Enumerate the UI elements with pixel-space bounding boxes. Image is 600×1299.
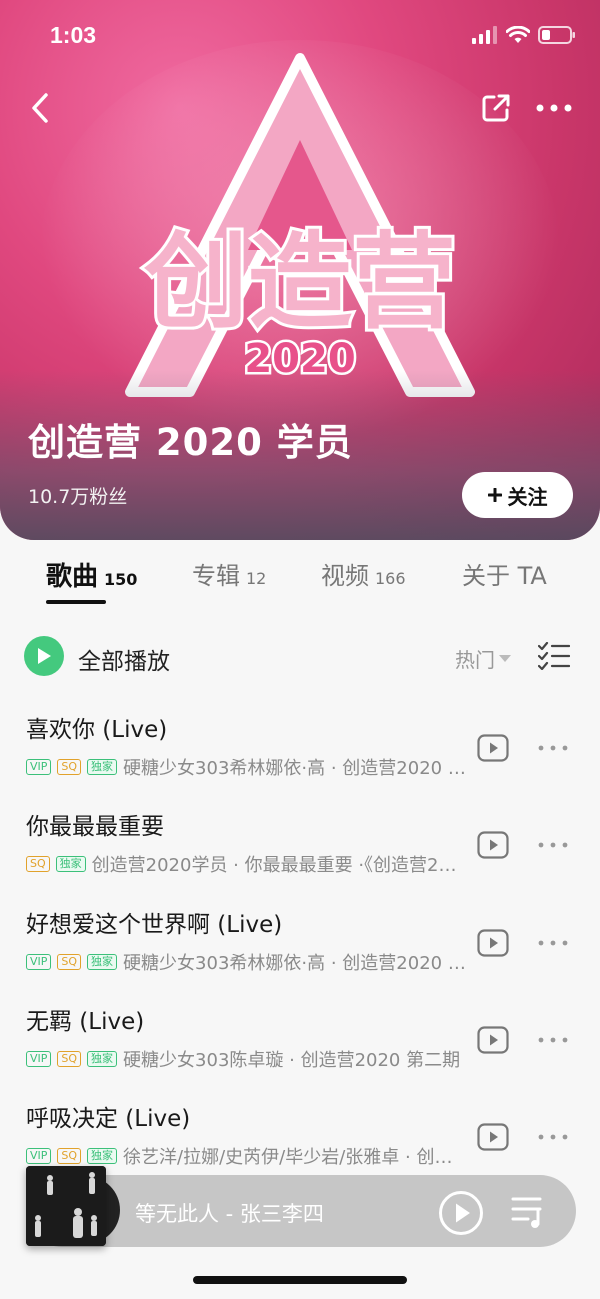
sq-badge: SQ xyxy=(57,759,82,775)
play-all-row: 全部播放 热门 xyxy=(24,636,576,678)
more-dots-icon xyxy=(536,104,572,112)
active-tab-indicator xyxy=(46,600,106,604)
tab-songs[interactable]: 歌曲 150 xyxy=(46,556,137,593)
tab-label: 专辑 xyxy=(192,562,240,590)
playlist-icon[interactable] xyxy=(510,1194,548,1230)
song-row[interactable]: 喜欢你 (Live) VIP SQ 独家 硬糖少女303希林娜依·高 · 创造营… xyxy=(0,710,600,800)
artist-name: 创造营 2020 学员 xyxy=(28,421,353,464)
song-title: 你最最最重要 xyxy=(26,814,164,840)
song-artist: 硬糖少女303希林娜依·高 · 创造营2020 第二期 xyxy=(123,953,466,974)
sort-dropdown[interactable]: 热门 xyxy=(455,644,511,673)
song-row[interactable]: 你最最最重要 SQ 独家 创造营2020学员 · 你最最最重要 ·《创造营202… xyxy=(0,807,600,897)
battery-icon xyxy=(538,26,575,44)
signal-icon xyxy=(472,26,497,44)
song-title: 喜欢你 (Live) xyxy=(26,717,168,743)
play-all-button[interactable] xyxy=(24,636,64,676)
song-meta: SQ 独家 创造营2020学员 · 你最最最重要 ·《创造营2020》 xyxy=(26,851,466,877)
song-title: 无羁 (Live) xyxy=(26,1009,145,1035)
now-playing-title: 等无此人 - 张三李四 xyxy=(135,1202,324,1226)
video-play-icon[interactable] xyxy=(477,831,509,859)
album-cover[interactable] xyxy=(26,1166,106,1246)
back-button[interactable] xyxy=(20,88,60,128)
tab-count: 150 xyxy=(104,570,138,589)
song-title: 呼吸决定 (Live) xyxy=(26,1106,191,1132)
tab-label: 关于 TA xyxy=(462,562,547,590)
exclusive-badge: 独家 xyxy=(55,856,86,872)
sq-badge: SQ xyxy=(57,954,82,970)
tab-label: 视频 xyxy=(321,562,369,590)
sq-badge: SQ xyxy=(26,856,50,872)
video-play-icon[interactable] xyxy=(477,1123,509,1151)
vip-badge: VIP xyxy=(26,954,52,970)
song-artist: 徐艺洋/拉娜/史芮伊/毕少岩/张雅卓 · 创造营2020 xyxy=(123,1147,466,1168)
multi-select-icon[interactable] xyxy=(538,642,570,670)
more-dots-icon[interactable] xyxy=(538,841,568,849)
video-play-icon[interactable] xyxy=(477,734,509,762)
song-artist: 硬糖少女303陈卓璇 · 创造营2020 第二期 xyxy=(123,1050,461,1071)
caret-down-icon xyxy=(499,654,511,662)
song-artist: 创造营2020学员 · 你最最最重要 ·《创造营2020》 xyxy=(91,855,466,876)
song-row[interactable]: 无羁 (Live) VIP SQ 独家 硬糖少女303陈卓璇 · 创造营2020… xyxy=(0,1002,600,1092)
more-dots-icon[interactable] xyxy=(538,939,568,947)
song-meta: VIP SQ 独家 硬糖少女303希林娜依·高 · 创造营2020 第三期 xyxy=(26,754,466,780)
tab-videos[interactable]: 视频 166 xyxy=(321,556,406,591)
tab-about[interactable]: 关于 TA xyxy=(462,556,547,591)
exclusive-badge: 独家 xyxy=(87,954,118,970)
more-dots-icon[interactable] xyxy=(538,744,568,752)
more-dots-icon[interactable] xyxy=(538,1133,568,1141)
content-tabs: 歌曲 150 专辑 12 视频 166 关于 TA xyxy=(0,548,600,608)
song-artist: 硬糖少女303希林娜依·高 · 创造营2020 第三期 xyxy=(123,758,466,779)
vip-badge: VIP xyxy=(26,1148,52,1164)
tab-albums[interactable]: 专辑 12 xyxy=(192,556,266,591)
clock: 1:03 xyxy=(50,22,97,48)
exclusive-badge: 独家 xyxy=(87,759,118,775)
follow-button[interactable]: 关注 xyxy=(462,472,573,518)
exclusive-badge: 独家 xyxy=(87,1051,118,1067)
tab-count: 166 xyxy=(375,569,406,588)
vip-badge: VIP xyxy=(26,1051,52,1067)
song-row[interactable]: 好想爱这个世界啊 (Live) VIP SQ 独家 硬糖少女303希林娜依·高 … xyxy=(0,905,600,995)
follow-label: 关注 xyxy=(507,484,548,509)
play-all-label[interactable]: 全部播放 xyxy=(78,642,170,676)
status-bar: 1:03 xyxy=(0,0,600,74)
more-button[interactable] xyxy=(534,88,574,128)
play-icon xyxy=(38,648,51,664)
exclusive-badge: 独家 xyxy=(87,1148,118,1164)
wifi-icon xyxy=(506,26,530,43)
chevron-left-icon xyxy=(32,93,48,123)
sort-label: 热门 xyxy=(455,648,495,672)
status-icons xyxy=(472,26,576,44)
sq-badge: SQ xyxy=(57,1148,82,1164)
tab-count: 12 xyxy=(246,569,267,588)
tab-label: 歌曲 xyxy=(46,562,99,592)
play-pause-icon[interactable] xyxy=(438,1190,484,1236)
plus-icon xyxy=(487,488,502,502)
cover-art xyxy=(26,1166,106,1246)
sq-badge: SQ xyxy=(57,1051,82,1067)
vip-badge: VIP xyxy=(26,759,52,775)
home-indicator xyxy=(193,1276,407,1284)
svg-text:创造营: 创造营 xyxy=(144,221,456,343)
song-meta: VIP SQ 独家 硬糖少女303希林娜依·高 · 创造营2020 第二期 xyxy=(26,949,466,975)
song-title: 好想爱这个世界啊 (Live) xyxy=(26,912,283,938)
video-play-icon[interactable] xyxy=(477,1026,509,1054)
fan-count: 10.7万粉丝 xyxy=(28,486,128,508)
share-button[interactable] xyxy=(476,88,516,128)
share-icon xyxy=(482,94,510,122)
song-meta: VIP SQ 独家 硬糖少女303陈卓璇 · 创造营2020 第二期 xyxy=(26,1046,466,1072)
video-play-icon[interactable] xyxy=(477,929,509,957)
more-dots-icon[interactable] xyxy=(538,1036,568,1044)
